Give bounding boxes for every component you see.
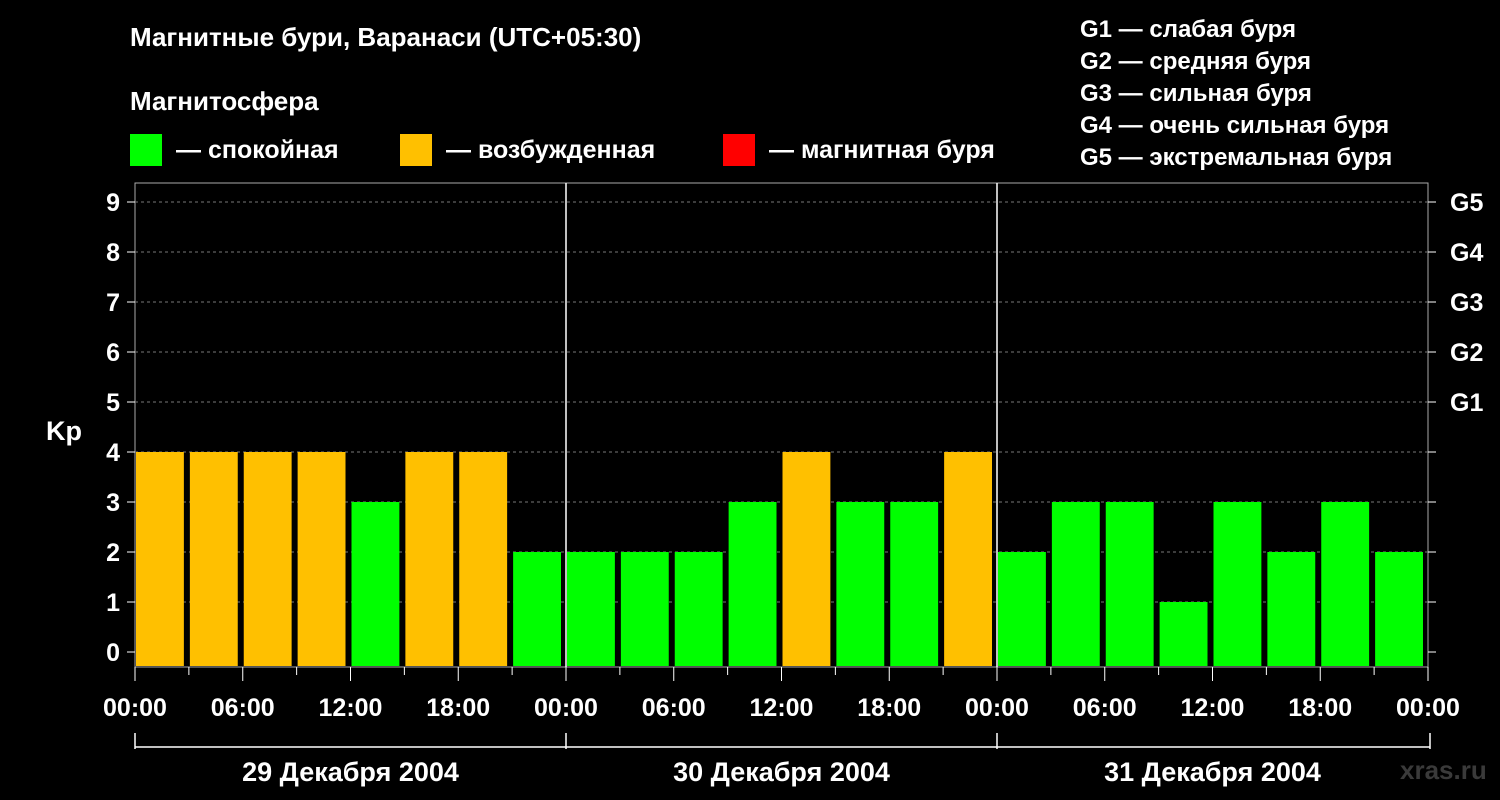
kp-bar	[297, 452, 346, 666]
y-tick-label: 6	[106, 339, 120, 367]
y-tick-label: 0	[106, 639, 120, 667]
storm-scale-label: G2	[1450, 339, 1483, 367]
x-tick-label: 06:00	[211, 694, 275, 722]
kp-chart: 0 1 2 3 4 5 6 7 8 9 G1 G2 G3 G4 G5 Kp 00:00 06:00 12:00 18:…	[46, 182, 1483, 787]
y-tick-label: 8	[106, 239, 120, 267]
kp-bar	[1051, 502, 1100, 666]
watermark: xras.ru	[1400, 755, 1487, 785]
day-label: 30 Декабря 2004	[673, 757, 890, 787]
kp-bar	[890, 502, 939, 666]
y-tick-label: 3	[106, 489, 120, 517]
kp-bar	[836, 502, 885, 666]
kp-bar	[1105, 502, 1154, 666]
kp-bar	[944, 452, 992, 666]
x-tick-label: 00:00	[965, 694, 1029, 722]
kp-bar	[513, 552, 561, 666]
kp-bar	[998, 552, 1046, 666]
x-tick-label: 00:00	[1396, 694, 1460, 722]
kp-bar	[567, 552, 615, 666]
kp-bar	[1213, 502, 1262, 666]
x-tick-label: 00:00	[103, 694, 167, 722]
day-label: 29 Декабря 2004	[242, 757, 459, 787]
storm-scale-label: G3	[1450, 289, 1483, 317]
kp-bar	[1321, 502, 1370, 666]
x-tick-label: 18:00	[857, 694, 921, 722]
x-tick-label: 06:00	[642, 694, 706, 722]
kp-bar	[782, 452, 831, 666]
y-tick-label: 5	[106, 389, 120, 417]
kp-bar	[1267, 552, 1316, 666]
y-tick-label: 9	[106, 189, 120, 217]
y-tick-label: 7	[106, 289, 120, 317]
storm-scale-label: G1	[1450, 389, 1483, 417]
kp-bar	[620, 552, 669, 666]
y-axis-label: Kp	[46, 416, 82, 446]
x-tick-label: 18:00	[426, 694, 490, 722]
x-tick-label: 12:00	[1181, 694, 1245, 722]
kp-bar	[1159, 602, 1208, 666]
x-tick-label: 00:00	[534, 694, 598, 722]
kp-bar	[459, 452, 508, 666]
storm-scale-label: G4	[1450, 239, 1483, 267]
storm-scale-label: G5	[1450, 189, 1483, 217]
kp-bar	[136, 452, 184, 666]
x-tick-label: 12:00	[750, 694, 814, 722]
day-label: 31 Декабря 2004	[1104, 757, 1321, 787]
y-tick-label: 1	[106, 589, 120, 617]
y-tick-label: 4	[106, 439, 120, 467]
kp-bar	[728, 502, 777, 666]
kp-bar	[351, 502, 400, 666]
x-tick-label: 18:00	[1288, 694, 1352, 722]
x-tick-label: 12:00	[319, 694, 383, 722]
kp-bar	[674, 552, 723, 666]
kp-bar	[405, 452, 454, 666]
x-tick-label: 06:00	[1073, 694, 1137, 722]
kp-bar	[243, 452, 292, 666]
kp-bar	[189, 452, 238, 666]
kp-bar	[1375, 552, 1423, 666]
y-tick-label: 2	[106, 539, 120, 567]
